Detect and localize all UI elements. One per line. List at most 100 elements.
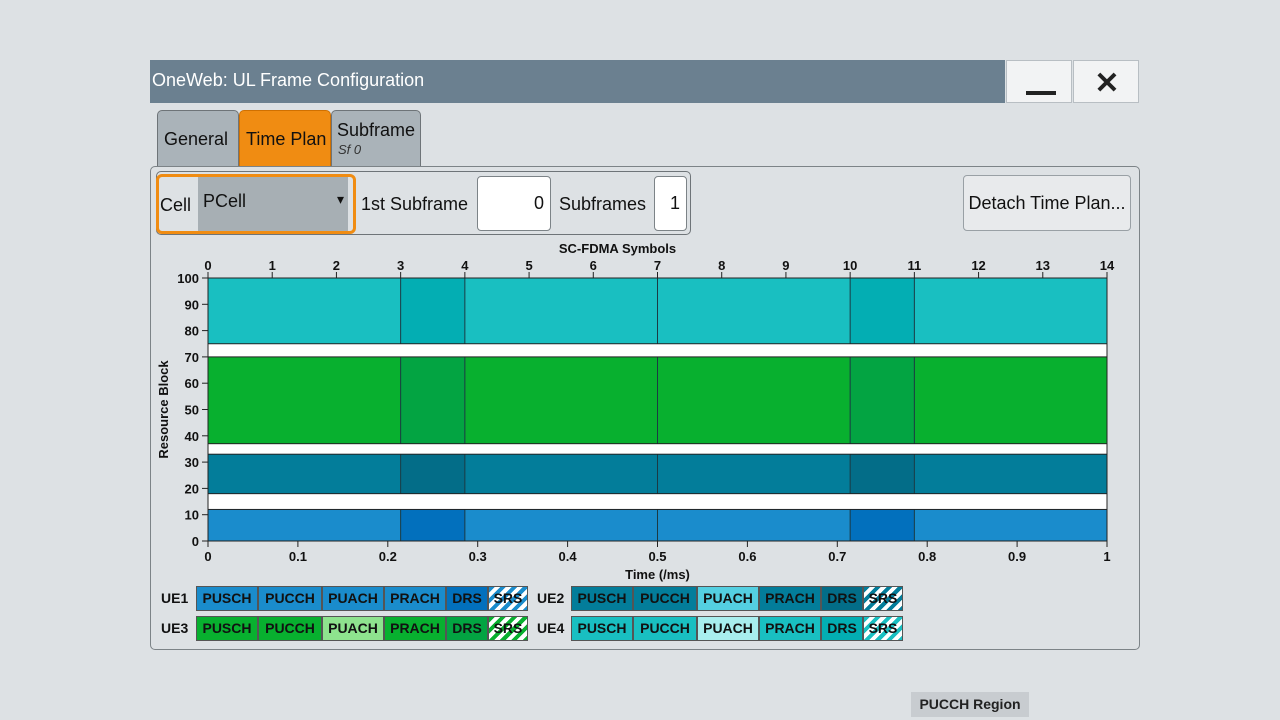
top-tick-label: 4 (461, 258, 469, 273)
y-tick-label: 60 (185, 376, 199, 391)
legend-ue2-label: UE2 (537, 590, 565, 606)
cell-value: PCell (203, 191, 247, 211)
bottom-tick-label: 0.7 (828, 549, 846, 564)
top-tick-label: 14 (1100, 258, 1115, 273)
drs-ue2-sym10 (850, 454, 915, 494)
drs-ue4-sym3 (400, 278, 465, 344)
bottom-tick-label: 0.1 (289, 549, 307, 564)
close-button[interactable]: ✕ (1073, 60, 1139, 103)
bottom-tick-label: 0 (204, 549, 211, 564)
time-plan-chart: SC-FDMA Symbols0 1 2 3 4 5 6 7 8 9 10 11 12 13 140 0.1 0… (156, 241, 1115, 582)
detach-time-plan-button[interactable]: Detach Time Plan... (963, 175, 1131, 231)
pucch-region-badge: PUCCH Region (911, 692, 1029, 717)
minimize-icon (1026, 91, 1056, 95)
window-title: OneWeb: UL Frame Configuration (152, 70, 425, 90)
drs-ue1-sym3 (400, 509, 465, 541)
legend-ue2-puach: PUACH (697, 586, 759, 611)
ul-frame-configuration-window: OneWeb: UL Frame Configuration ✕ General… (150, 60, 1140, 717)
legend-ue3-drs: DRS (446, 616, 488, 641)
top-tick-label: 3 (397, 258, 404, 273)
legend-ue1-puach: PUACH (322, 586, 384, 611)
drs-ue2-sym3 (400, 454, 465, 494)
legend-ue4-drs: DRS (821, 616, 863, 641)
cell-label: Cell (160, 195, 192, 215)
legend-ue4-puach: PUACH (697, 616, 759, 641)
bottom-tick-label: 0.6 (738, 549, 756, 564)
top-tick-label: 12 (971, 258, 985, 273)
bottom-tick-label: 0.2 (379, 549, 397, 564)
legend-ue2-prach: PRACH (759, 586, 821, 611)
legend-ue2-srs: SRS (863, 586, 903, 611)
top-tick-label: 5 (525, 258, 532, 273)
drs-ue3-sym10 (850, 356, 915, 444)
subframes-input[interactable]: 1 (654, 176, 687, 231)
time-plan-panel: Cell PCell ▾ 1st Subframe 0 Subframes 1 … (150, 166, 1140, 717)
tab-time-plan[interactable]: Time Plan (239, 110, 331, 166)
x-axis-label: Time (/ms) (625, 567, 690, 582)
tab-subframe[interactable]: Subframe Sf 0 (331, 110, 421, 166)
top-tick-label: 10 (843, 258, 857, 273)
y-tick-label: 40 (185, 429, 199, 444)
legend-ue3-label: UE3 (161, 620, 189, 636)
legend-ue2-pusch: PUSCH (571, 586, 633, 611)
top-tick-label: 13 (1036, 258, 1050, 273)
y-tick-label: 50 (185, 403, 199, 418)
top-axis-label: SC-FDMA Symbols (559, 241, 676, 256)
legend-ue1-drs: DRS (446, 586, 488, 611)
y-tick-label: 10 (185, 508, 199, 523)
legend-ue2-drs: DRS (821, 586, 863, 611)
legend-ue2-pucch: PUCCH (633, 586, 697, 611)
legend-ue3-pusch: PUSCH (196, 616, 258, 641)
top-tick-label: 6 (590, 258, 597, 273)
drs-ue1-sym10 (850, 509, 915, 541)
drs-ue4-sym10 (850, 278, 915, 344)
legend-ue4-pucch: PUCCH (633, 616, 697, 641)
legend-ue1-prach: PRACH (384, 586, 446, 611)
first-subframe-label: 1st Subframe (361, 194, 469, 214)
close-icon: ✕ (1094, 67, 1120, 100)
cell-combobox[interactable]: PCell ▾ (198, 177, 348, 231)
top-tick-label: 8 (718, 258, 725, 273)
y-tick-label: 70 (185, 350, 199, 365)
bottom-tick-label: 0.5 (648, 549, 666, 564)
legend-ue1-pusch: PUSCH (196, 586, 258, 611)
y-tick-label: 30 (185, 455, 199, 470)
legend-ue4-prach: PRACH (759, 616, 821, 641)
legend-ue1-label: UE1 (161, 590, 189, 606)
y-axis-label: Resource Block (156, 360, 171, 459)
y-tick-label: 100 (177, 271, 199, 286)
tab-time-plan-label: Time Plan (246, 129, 327, 149)
first-subframe-input[interactable]: 0 (477, 176, 551, 231)
y-tick-label: 80 (185, 324, 199, 339)
tab-general-label: General (164, 129, 229, 149)
drs-ue3-sym3 (400, 356, 465, 444)
legend-ue4-pusch: PUSCH (571, 616, 633, 641)
subframes-label: Subframes (559, 194, 647, 214)
top-tick-label: 0 (204, 258, 211, 273)
bottom-tick-label: 0.4 (559, 549, 578, 564)
top-tick-label: 9 (782, 258, 789, 273)
top-tick-label: 2 (333, 258, 340, 273)
top-tick-label: 1 (269, 258, 276, 273)
legend-ue3-srs: SRS (488, 616, 528, 641)
bottom-tick-label: 0.9 (1008, 549, 1026, 564)
bottom-tick-label: 0.3 (469, 549, 487, 564)
bottom-tick-label: 0.8 (918, 549, 936, 564)
legend-ue4-srs: SRS (863, 616, 903, 641)
legend-ue1-pucch: PUCCH (258, 586, 322, 611)
legend-ue4-label: UE4 (537, 620, 565, 636)
top-tick-label: 7 (654, 258, 661, 273)
title-bar[interactable]: OneWeb: UL Frame Configuration (150, 60, 1005, 103)
chevron-down-icon: ▾ (336, 191, 344, 207)
bottom-tick-label: 1 (1103, 549, 1110, 564)
y-tick-label: 90 (185, 297, 199, 312)
minimize-button[interactable] (1006, 60, 1072, 103)
y-tick-label: 20 (185, 481, 199, 496)
tab-subframe-sublabel: Sf 0 (338, 142, 362, 157)
legend-ue3-puach: PUACH (322, 616, 384, 641)
y-tick-label: 0 (192, 534, 199, 549)
tab-general[interactable]: General (157, 110, 239, 166)
tab-subframe-label: Subframe (337, 120, 416, 140)
top-tick-label: 11 (907, 258, 921, 273)
legend-ue3-pucch: PUCCH (258, 616, 322, 641)
